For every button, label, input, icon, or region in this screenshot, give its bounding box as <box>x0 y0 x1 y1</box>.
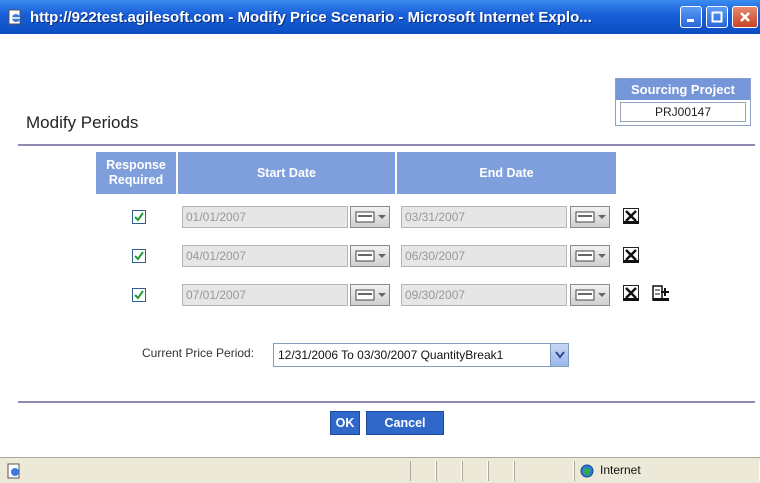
end-date-calendar-button[interactable] <box>570 245 610 267</box>
checkmark-icon <box>134 251 144 261</box>
calendar-icon <box>355 250 386 262</box>
status-segment <box>436 461 462 481</box>
calendar-icon <box>575 250 606 262</box>
response-required-checkbox[interactable] <box>132 288 146 302</box>
start-date-field[interactable]: 04/01/2007 <box>182 245 348 267</box>
maximize-icon <box>711 11 723 23</box>
calendar-icon <box>355 211 386 223</box>
status-segment <box>488 461 514 481</box>
start-date-calendar-button[interactable] <box>350 284 390 306</box>
sourcing-project-label: Sourcing Project <box>616 79 750 100</box>
delete-row-icon[interactable] <box>623 247 639 263</box>
add-row-icon[interactable] <box>652 285 670 301</box>
close-button[interactable] <box>732 6 758 28</box>
status-zone-label: Internet <box>600 463 641 477</box>
header-start-date: Start Date <box>178 152 395 194</box>
checkmark-icon <box>134 290 144 300</box>
cancel-button[interactable]: Cancel <box>366 411 444 435</box>
top-divider <box>18 144 755 146</box>
end-date-calendar-button[interactable] <box>570 206 610 228</box>
end-date-field[interactable]: 03/31/2007 <box>401 206 567 228</box>
start-date-field[interactable]: 01/01/2007 <box>182 206 348 228</box>
window-titlebar[interactable]: http://922test.agilesoft.com - Modify Pr… <box>0 0 760 34</box>
globe-icon <box>580 464 594 478</box>
page-title: Modify Periods <box>26 113 139 132</box>
end-date-field[interactable]: 06/30/2007 <box>401 245 567 267</box>
end-date-field[interactable]: 09/30/2007 <box>401 284 567 306</box>
end-date-calendar-button[interactable] <box>570 284 610 306</box>
ie-page-icon <box>7 463 20 479</box>
status-segment <box>462 461 488 481</box>
checkmark-icon <box>134 212 144 222</box>
chevron-down-icon[interactable] <box>550 344 568 366</box>
calendar-icon <box>575 289 606 301</box>
current-price-period-select[interactable]: 12/31/2006 To 03/30/2007 QuantityBreak1 <box>273 343 569 367</box>
header-end-date: End Date <box>397 152 616 194</box>
delete-row-icon[interactable] <box>623 208 639 224</box>
minimize-button[interactable] <box>680 6 702 28</box>
sourcing-project-value: PRJ00147 <box>620 102 746 122</box>
response-required-checkbox[interactable] <box>132 249 146 263</box>
response-required-checkbox[interactable] <box>132 210 146 224</box>
status-bar: Internet <box>0 457 760 483</box>
start-date-calendar-button[interactable] <box>350 245 390 267</box>
maximize-button[interactable] <box>706 6 728 28</box>
status-segment <box>410 461 436 481</box>
minimize-icon <box>687 19 694 22</box>
header-response-required: Response Required <box>96 152 176 194</box>
status-segment <box>514 461 574 481</box>
calendar-icon <box>575 211 606 223</box>
ok-button[interactable]: OK <box>330 411 360 435</box>
bottom-divider <box>18 401 755 403</box>
current-price-period-label: Current Price Period: <box>142 346 255 360</box>
window-title: http://922test.agilesoft.com - Modify Pr… <box>30 8 592 26</box>
start-date-calendar-button[interactable] <box>350 206 390 228</box>
calendar-icon <box>355 289 386 301</box>
close-icon <box>740 12 750 22</box>
ie-page-icon <box>6 8 24 26</box>
delete-row-icon[interactable] <box>623 285 639 301</box>
start-date-field[interactable]: 07/01/2007 <box>182 284 348 306</box>
sourcing-project-box: Sourcing Project PRJ00147 <box>615 78 751 126</box>
current-price-period-value: 12/31/2006 To 03/30/2007 QuantityBreak1 <box>278 348 504 362</box>
